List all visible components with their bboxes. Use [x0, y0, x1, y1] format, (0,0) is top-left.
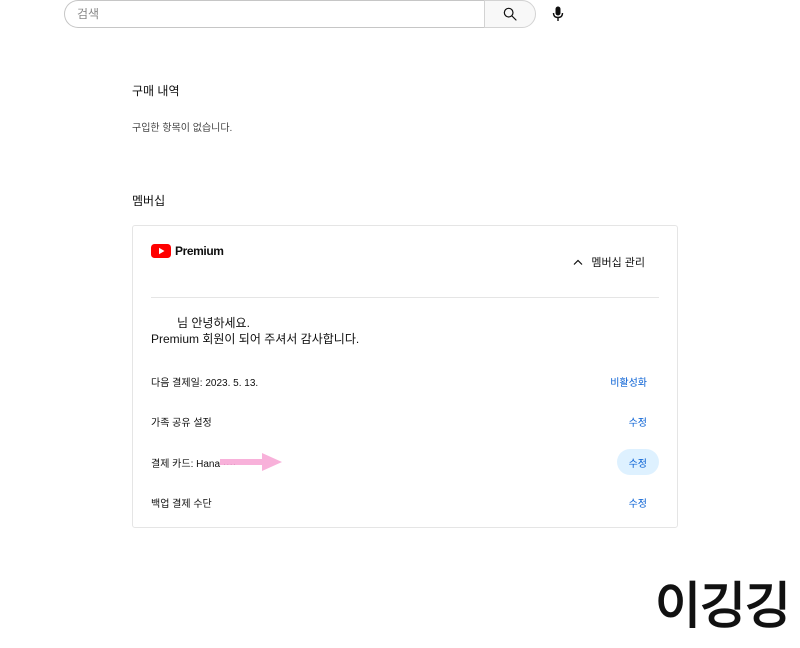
premium-logo: Premium [151, 244, 224, 258]
family-sharing-edit-button[interactable]: 수정 [617, 408, 659, 434]
greeting-line-2: Premium 회원이 되어 주셔서 감사합니다. [151, 332, 360, 346]
greeting-line-1: 님 안녕하세요. [177, 316, 250, 330]
youtube-logo-icon [151, 244, 171, 258]
next-billing-label: 다음 결제일: 2023. 5. 13. [151, 377, 259, 389]
purchases-empty-text: 구입한 항목이 없습니다. [132, 123, 233, 134]
voice-search-button[interactable] [548, 4, 568, 24]
membership-title: 멤버십 [132, 194, 166, 208]
payment-card-row: 결제 카드: Hana ···· 수정 [151, 448, 659, 476]
manage-membership-label: 멤버십 관리 [591, 257, 645, 269]
search-bar [64, 0, 536, 30]
next-billing-row: 다음 결제일: 2023. 5. 13. 비활성화 [151, 367, 659, 395]
greeting-text: 님 안녕하세요. Premium 회원이 되어 주셔서 감사합니다. [151, 315, 359, 347]
premium-logo-text: Premium [175, 244, 224, 258]
search-icon [503, 7, 517, 21]
card-divider [151, 297, 659, 298]
watermark-text: 이깅깅 [655, 577, 791, 635]
search-button[interactable] [484, 0, 536, 28]
family-sharing-row: 가족 공유 설정 수정 [151, 407, 659, 435]
manage-membership-button[interactable]: 멤버십 관리 [573, 254, 645, 270]
purchases-title: 구매 내역 [132, 84, 180, 98]
backup-payment-edit-button[interactable]: 수정 [617, 489, 659, 515]
payment-card-label-wrap: 결제 카드: Hana ···· [151, 451, 284, 473]
family-sharing-label: 가족 공유 설정 [151, 417, 212, 429]
backup-payment-row: 백업 결제 수단 수정 [151, 488, 659, 516]
deactivate-button[interactable]: 비활성화 [598, 368, 659, 394]
chevron-up-icon [573, 259, 583, 265]
payment-card-edit-button[interactable]: 수정 [616, 449, 659, 475]
backup-payment-label: 백업 결제 수단 [151, 498, 212, 510]
search-input[interactable] [64, 0, 484, 28]
membership-card: Premium 멤버십 관리 님 안녕하세요. Premium 회원이 되어 주… [132, 225, 678, 528]
mic-icon [552, 6, 564, 21]
annotation-arrow [220, 453, 283, 471]
